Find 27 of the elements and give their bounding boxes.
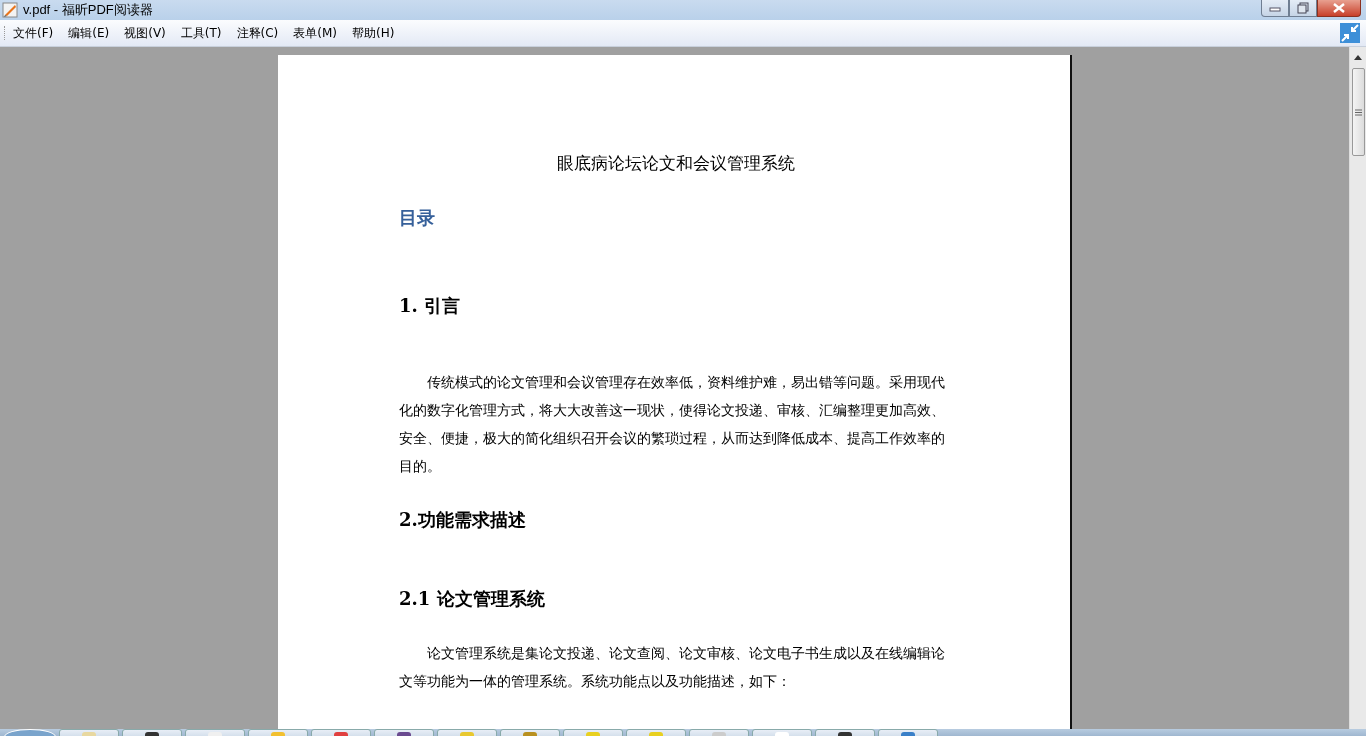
menu-item[interactable]: 帮助(H)	[351, 24, 395, 42]
menu-item[interactable]: 工具(T)	[180, 24, 222, 42]
section-heading: 2.1 论文管理系统	[399, 587, 546, 611]
close-button[interactable]	[1317, 0, 1361, 17]
pdf-app-icon	[2, 2, 18, 18]
section-heading: 1. 引言	[399, 294, 462, 318]
menu-item[interactable]: 文件(F)	[13, 24, 54, 42]
collapse-arrows-icon[interactable]	[1340, 23, 1360, 43]
toc-heading: 目录	[399, 206, 436, 230]
document-title: 眼底病论坛论文和会议管理系统	[556, 152, 796, 175]
window-title: v.pdf - 福昕PDF阅读器	[23, 1, 153, 19]
scrollbar-thumb[interactable]	[1351, 68, 1365, 156]
restore-icon	[1297, 2, 1309, 14]
minimize-button[interactable]	[1261, 0, 1289, 17]
close-icon	[1332, 3, 1346, 13]
menu-item[interactable]: 注释(C)	[236, 24, 279, 42]
scroll-up-icon[interactable]	[1354, 55, 1362, 60]
grip-icon	[1354, 108, 1362, 116]
menu-item[interactable]: 编辑(E)	[68, 24, 110, 42]
restore-button[interactable]	[1289, 0, 1317, 17]
body-paragraph: 论文管理系统是集论文投递、论文查阅、论文审核、论文电子书生成以及在线编辑论文等功能为一体的管理系统。系统功能点以及功能描述，如下：	[399, 644, 946, 691]
section-heading: 2.功能需求描述	[399, 508, 527, 532]
body-paragraph: 传统模式的论文管理和会议管理存在效率低，资料维护难，易出错等问题。采用现代化的数字化管理方式，将大大改善这一现状，使得论文投递、审核、汇编整理更加高效、安全、便捷，极大的简化组织召开会议的繁琐过程，从而达到降低成本、提高工作效率的目的。	[399, 373, 946, 476]
minimize-icon	[1269, 4, 1281, 12]
vertical-scrollbar[interactable]	[1349, 47, 1366, 729]
menu-item[interactable]: 表单(M)	[293, 24, 337, 42]
menu-item[interactable]: 视图(V)	[124, 24, 166, 42]
